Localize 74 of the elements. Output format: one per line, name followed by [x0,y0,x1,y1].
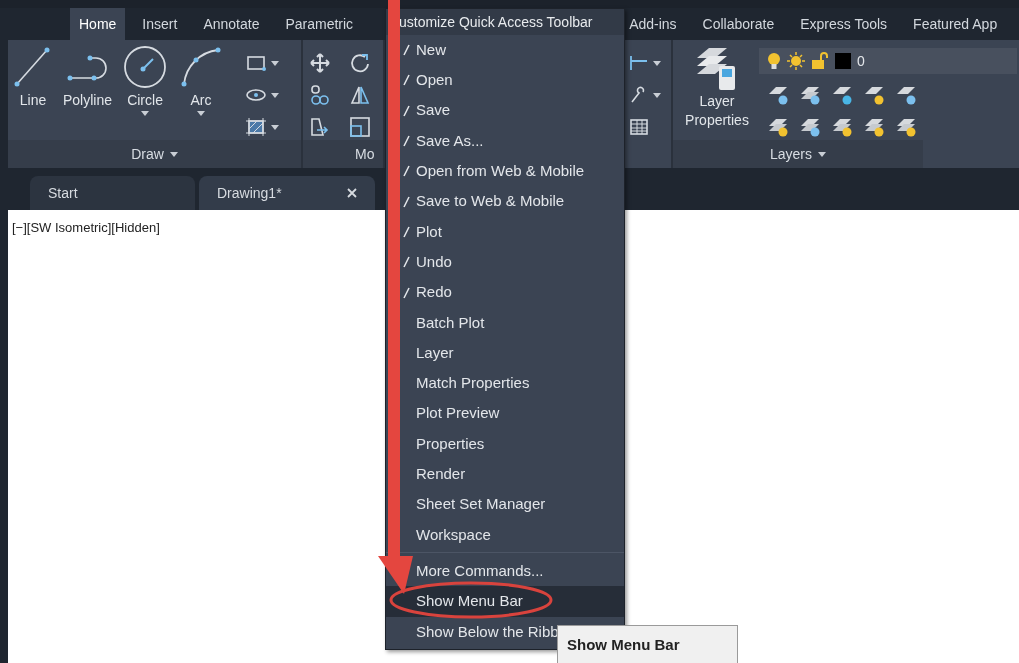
menu-item[interactable]: Layer [386,337,624,369]
unlocked-icon [811,52,829,70]
menu-item[interactable]: Match Properties [386,368,624,399]
rectangle-icon [245,54,268,72]
ribbon-tab[interactable]: Home [70,8,126,40]
caret-icon [141,111,150,116]
ribbon-tab[interactable]: Featured App [904,8,1007,40]
menu-item[interactable]: Plot Preview [386,398,624,429]
menu-item[interactable]: Batch Plot [386,307,624,338]
document-tab[interactable]: Start [30,176,195,210]
close-icon [347,188,357,198]
menu-item[interactable]: Save As... [386,125,624,157]
panel-title-button[interactable]: Layers [673,140,923,168]
hatch-icon [245,117,268,137]
layer-dropdown[interactable]: 0 [759,48,1017,74]
line-button[interactable]: Line [8,44,58,111]
menu-item[interactable]: Open [386,65,624,96]
check-icon [402,74,410,87]
caret-icon [818,151,826,157]
scale-icon [349,116,371,138]
table-icon [629,117,649,137]
move-icon [309,52,331,74]
menu-item[interactable]: Sheet Set Manager [386,489,624,520]
check-icon [402,225,410,238]
check-icon [402,135,410,148]
menu-item[interactable]: Plot [386,216,624,248]
sun-icon [787,52,805,70]
circle-button[interactable]: Circle [117,44,174,116]
check-icon [402,195,410,208]
menu-item[interactable]: Render [386,459,624,490]
caret-icon [197,111,206,116]
menu-item[interactable]: Open from Web & Mobile [386,156,624,187]
caret-icon [653,60,661,66]
polyline-button[interactable]: Polyline [58,44,118,111]
tooltip: Show Menu Bar [557,625,738,663]
ribbon-tab[interactable]: Express Tools [791,8,897,40]
stretch-icon [309,116,331,138]
panel-title-button[interactable]: Draw [8,140,301,168]
caret-icon [169,151,178,157]
mirror-icon [349,84,371,106]
caret-icon [271,92,280,98]
menu-item[interactable]: Save [386,95,624,126]
caret-icon [653,92,661,98]
ribbon-tab[interactable]: Annotate [194,8,269,40]
menu-title: ustomize Quick Access Toolbar [386,9,624,35]
caret-icon [271,124,280,130]
menu-item[interactable]: Show Menu Bar [416,586,654,617]
dimension-icon [629,53,649,73]
copy-icon [309,84,331,106]
document-tab[interactable]: Drawing1* [199,176,375,210]
menu-item[interactable]: Undo [386,247,624,278]
check-icon [402,286,410,299]
circle-icon [122,44,169,90]
ribbon-tab[interactable]: Insert [133,8,187,40]
check-icon [402,44,410,57]
check-icon [402,165,410,178]
menu-item[interactable]: More Commands... [416,556,654,587]
layer-properties-button[interactable]: Layer Properties [679,44,755,130]
check-icon [402,104,410,117]
bulb-icon [767,52,781,70]
menu-item[interactable]: Properties [386,428,624,460]
rotate-icon [349,52,371,74]
panel-title: Mo [303,140,383,168]
check-icon [402,256,410,269]
ribbon-tab[interactable]: Collaborate [693,8,784,40]
ellipse-icon [245,86,268,104]
layer-color-swatch [835,53,851,69]
arc-button[interactable]: Arc [173,44,230,116]
ribbon-tab[interactable]: Parametric [276,8,363,40]
menu-item[interactable]: Workspace [386,519,624,551]
viewport-label[interactable]: [−][SW Isometric][Hidden] [12,218,160,238]
menu-item[interactable]: Redo [386,277,624,308]
caret-icon [271,60,280,66]
menu-item[interactable]: Save to Web & Mobile [386,186,624,217]
